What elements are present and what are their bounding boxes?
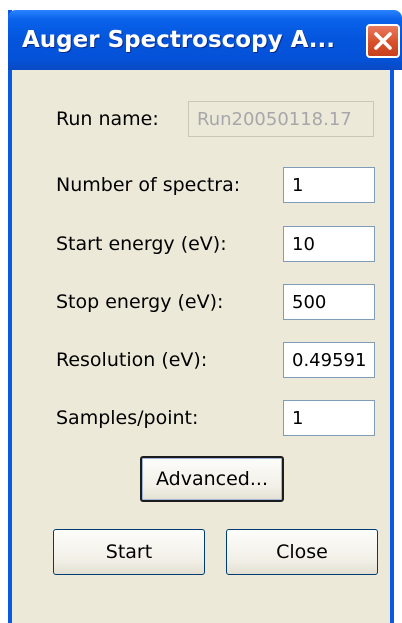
stop-energy-label: Stop energy (eV): [56, 291, 224, 313]
close-button[interactable]: Close [226, 529, 378, 575]
samples-per-point-label: Samples/point: [56, 407, 199, 429]
page: Auger Spectroscopy A... Run name: Number… [0, 0, 402, 623]
window-title: Auger Spectroscopy A... [22, 27, 336, 53]
number-of-spectra-label: Number of spectra: [56, 174, 241, 196]
resolution-label: Resolution (eV): [56, 349, 208, 371]
run-name-input[interactable] [188, 101, 374, 137]
close-icon [374, 32, 392, 50]
samples-per-point-input[interactable] [283, 400, 375, 436]
advanced-button[interactable]: Advanced... [140, 456, 284, 502]
title-bar[interactable]: Auger Spectroscopy A... [8, 10, 402, 70]
run-name-label: Run name: [56, 108, 159, 130]
start-button[interactable]: Start [53, 529, 205, 575]
stop-energy-input[interactable] [283, 284, 375, 320]
dialog-window: Auger Spectroscopy A... Run name: Number… [8, 10, 402, 623]
start-energy-input[interactable] [283, 226, 375, 262]
close-window-button[interactable] [366, 24, 400, 58]
start-energy-label: Start energy (eV): [56, 233, 227, 255]
resolution-input[interactable] [283, 342, 375, 378]
number-of-spectra-input[interactable] [283, 167, 375, 203]
